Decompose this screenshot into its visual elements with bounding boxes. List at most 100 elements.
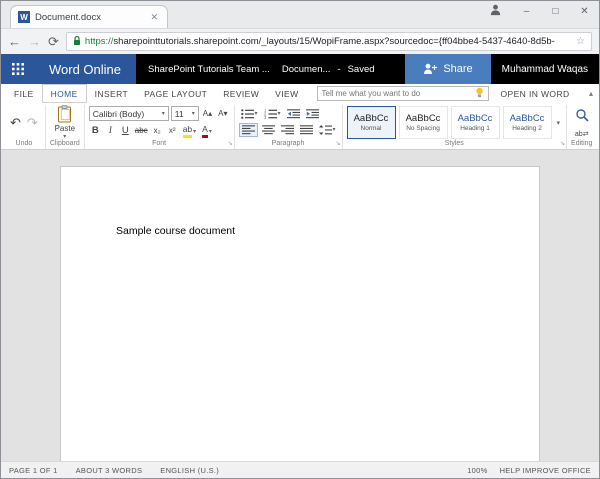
open-in-word-button[interactable]: OPEN IN WORD <box>501 89 570 99</box>
styles-dialog-launcher-icon[interactable]: ↘ <box>560 141 565 147</box>
style-heading-2[interactable]: AaBbCc Heading 2 <box>502 106 552 139</box>
bullets-button[interactable]: ▾ <box>239 108 260 120</box>
window-minimize-button[interactable]: – <box>512 2 541 21</box>
paste-button[interactable]: Paste ▾ <box>55 105 75 140</box>
share-button[interactable]: Share <box>405 54 491 84</box>
style-normal[interactable]: AaBbCc Normal <box>346 106 396 139</box>
window-maximize-button[interactable]: □ <box>541 2 570 21</box>
more-styles-icon[interactable]: ▾ <box>555 119 563 127</box>
find-button[interactable] <box>575 108 589 127</box>
browser-tabstrip: W Document.docx ✕ – □ ✕ <box>1 1 599 28</box>
clipboard-icon <box>58 105 72 123</box>
document-page[interactable]: Sample course document <box>60 166 540 461</box>
style-heading-1-preview: AaBbCc <box>457 113 493 125</box>
align-left-icon <box>241 125 255 135</box>
superscript-button[interactable]: x² <box>166 126 179 136</box>
justify-button[interactable] <box>298 124 315 136</box>
secure-lock-icon <box>73 33 81 50</box>
lightbulb-icon <box>475 85 484 103</box>
office-suite-bar: Word Online SharePoint Tutorials Team ..… <box>1 54 599 84</box>
status-bar: PAGE 1 OF 1 ABOUT 3 WORDS ENGLISH (U.S.)… <box>1 461 599 478</box>
numbering-button[interactable]: 123 ▾ <box>262 108 283 120</box>
document-title-area[interactable]: Documen... - Saved <box>282 54 375 84</box>
font-group: Calibri (Body) ▾ 11 ▾ A▴ A▾ B I U abc x₂… <box>85 105 235 149</box>
tab-view[interactable]: VIEW <box>267 84 306 103</box>
window-controls: – □ ✕ <box>489 1 599 21</box>
align-right-button[interactable] <box>279 124 296 136</box>
font-color-button[interactable]: A ▾ <box>200 124 214 138</box>
tell-me-input[interactable] <box>321 89 472 98</box>
line-spacing-dropdown-icon: ▾ <box>332 127 336 133</box>
increase-indent-button[interactable] <box>304 108 321 120</box>
language-indicator[interactable]: ENGLISH (U.S.) <box>160 466 219 475</box>
editing-group-label: Editing <box>571 140 593 147</box>
italic-button[interactable]: I <box>104 126 117 136</box>
ribbon-collapse-icon[interactable]: ▴ <box>589 89 593 98</box>
back-icon[interactable]: ← <box>8 35 21 48</box>
document-name-separator: - <box>337 63 341 75</box>
font-dialog-launcher-icon[interactable]: ↘ <box>227 141 232 147</box>
tab-home[interactable]: HOME <box>41 84 87 103</box>
font-name-select[interactable]: Calibri (Body) ▾ <box>88 106 169 122</box>
font-size-select[interactable]: 11 ▾ <box>170 106 199 122</box>
undo-button[interactable]: ↶ <box>7 116 24 129</box>
tab-close-icon[interactable]: ✕ <box>148 12 160 23</box>
share-button-label: Share <box>443 63 473 75</box>
align-left-button[interactable] <box>238 123 258 137</box>
window-close-button[interactable]: ✕ <box>570 2 599 21</box>
numbering-dropdown-icon: ▾ <box>277 111 281 117</box>
subscript-button[interactable]: x₂ <box>151 126 164 136</box>
bold-button[interactable]: B <box>89 125 102 136</box>
align-right-icon <box>280 125 294 135</box>
shrink-font-button[interactable]: A▾ <box>216 109 229 118</box>
status-bar-right: 100% HELP IMPROVE OFFICE <box>467 466 591 475</box>
style-heading-1[interactable]: AaBbCc Heading 1 <box>450 106 500 139</box>
help-improve-office-link[interactable]: HELP IMPROVE OFFICE <box>500 466 591 475</box>
tab-insert[interactable]: INSERT <box>87 84 136 103</box>
outdent-icon <box>286 109 300 119</box>
user-name[interactable]: Muhammad Waqas <box>491 54 599 84</box>
refresh-icon[interactable]: ⟳ <box>48 35 59 48</box>
indent-icon <box>305 109 319 119</box>
browser-tab[interactable]: W Document.docx ✕ <box>10 5 168 28</box>
tab-page-layout[interactable]: PAGE LAYOUT <box>136 84 215 103</box>
forward-icon[interactable]: → <box>28 35 41 48</box>
grow-font-button[interactable]: A▴ <box>201 109 214 118</box>
word-file-icon: W <box>18 11 30 23</box>
site-breadcrumb[interactable]: SharePoint Tutorials Team ... <box>136 54 282 84</box>
address-bar[interactable]: https://sharepointtutorials.sharepoint.c… <box>65 32 592 51</box>
bullets-dropdown-icon: ▾ <box>254 111 258 117</box>
styles-group-label: Styles <box>444 140 464 147</box>
highlight-color-button[interactable]: ab ▾ <box>181 124 198 138</box>
underline-button[interactable]: U <box>119 125 132 136</box>
browser-profile-icon[interactable] <box>489 3 502 21</box>
decrease-indent-button[interactable] <box>285 108 302 120</box>
tab-review[interactable]: REVIEW <box>215 84 267 103</box>
app-name[interactable]: Word Online <box>34 54 137 84</box>
redo-button[interactable]: ↷ <box>24 116 41 129</box>
tab-file[interactable]: FILE <box>6 84 42 103</box>
strikethrough-button[interactable]: abc <box>134 126 149 136</box>
paragraph-dialog-launcher-icon[interactable]: ↘ <box>335 141 340 147</box>
style-no-spacing-name: No Spacing <box>406 124 440 132</box>
style-heading-1-name: Heading 1 <box>460 124 490 132</box>
page-count[interactable]: PAGE 1 OF 1 <box>9 466 58 475</box>
tell-me-box[interactable] <box>316 85 489 103</box>
highlight-icon: ab <box>182 125 193 138</box>
zoom-level[interactable]: 100% <box>467 466 487 475</box>
font-name-value: Calibri (Body) <box>92 108 145 119</box>
numbered-list-icon: 123 <box>264 109 277 119</box>
align-center-button[interactable] <box>260 124 277 136</box>
line-spacing-button[interactable]: ▾ <box>317 124 338 136</box>
styles-group: AaBbCc Normal AaBbCc No Spacing AaBbCc H… <box>343 105 568 149</box>
word-count[interactable]: ABOUT 3 WORDS <box>76 466 143 475</box>
document-body-text[interactable]: Sample course document <box>61 167 539 237</box>
font-size-dropdown-icon: ▾ <box>191 111 195 118</box>
replace-button[interactable]: ab⇄ <box>575 130 589 138</box>
paragraph-group-label: Paragraph <box>271 140 305 147</box>
line-spacing-icon <box>318 125 332 135</box>
font-color-dropdown-icon: ▾ <box>208 128 212 135</box>
style-no-spacing[interactable]: AaBbCc No Spacing <box>398 106 448 139</box>
app-launcher-button[interactable] <box>1 54 34 84</box>
bookmark-star-icon[interactable]: ☆ <box>576 36 585 47</box>
